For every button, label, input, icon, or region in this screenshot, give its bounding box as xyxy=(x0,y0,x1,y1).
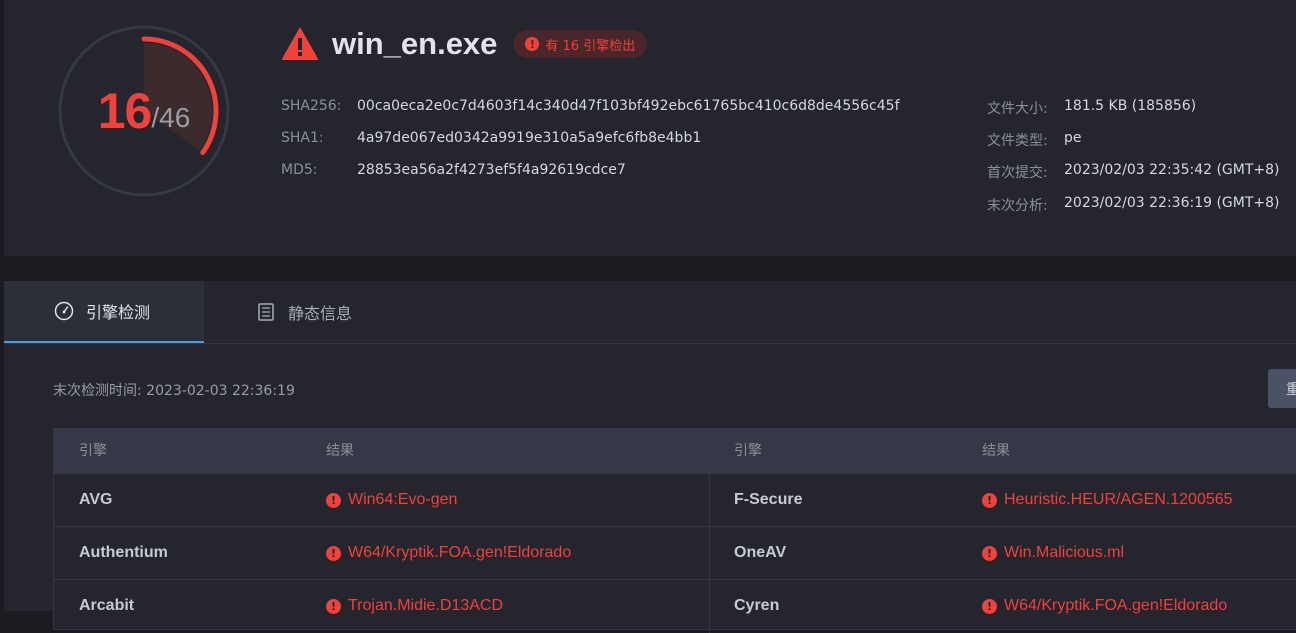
file-size-value: 181.5 KB (185856) xyxy=(1064,98,1197,114)
result-text: W64/Kryptik.FOA.gen!Eldorado xyxy=(348,544,572,561)
tab-label: 引擎检测 xyxy=(86,303,151,322)
alert-icon: ! xyxy=(525,37,540,51)
table-row: Authentium ! W64/Kryptik.FOA.gen!Eldorado… xyxy=(54,526,1296,579)
first-submit-row: 首次提交: 2023/02/03 22:35:42 (GMT+8) xyxy=(987,162,1280,182)
header-result: 结果 xyxy=(326,443,354,459)
result-text: W64/Kryptik.FOA.gen!Eldorado xyxy=(1004,597,1228,614)
meta-label: 文件大小: xyxy=(987,101,1048,117)
alert-icon: ! xyxy=(982,492,997,508)
title-row: win_en.exe ! 有 16 引擎检出 xyxy=(282,24,648,64)
gauge-icon xyxy=(54,301,74,321)
detection-badge-text: 有 16 引擎检出 xyxy=(545,38,636,54)
alert-icon: ! xyxy=(326,492,341,508)
hash-label: SHA1: xyxy=(281,130,324,146)
detected-count: 16 xyxy=(97,83,153,139)
result-text: Win64:Evo-gen xyxy=(348,491,458,508)
table-row: Arcabit ! Trojan.Midie.D13ACD Cyren ! W64/… xyxy=(54,579,1296,632)
warning-icon xyxy=(282,28,318,60)
alert-icon: ! xyxy=(982,545,997,561)
last-analysis-value: 2023/02/03 22:36:19 (GMT+8) xyxy=(1064,195,1280,211)
detection-result: ! Win64:Evo-gen xyxy=(326,474,457,526)
meta-label: 末次分析: xyxy=(987,198,1048,214)
detection-gauge: 16/46 xyxy=(55,22,233,200)
hash-sha1-row: SHA1: 4a97de067ed0342a9919e310a5a9efc6fb… xyxy=(281,130,701,146)
detection-result: ! W64/Kryptik.FOA.gen!Eldorado xyxy=(982,580,1227,632)
engine-results-table: 引擎 结果 引擎 结果 AVG ! Win64:Evo-gen F-Secure … xyxy=(53,428,1296,633)
sha1-value[interactable]: 4a97de067ed0342a9919e310a5a9efc6fb8e4bb1 xyxy=(357,130,701,146)
header-engine: 引擎 xyxy=(734,443,762,459)
alert-icon: ! xyxy=(326,545,341,561)
detection-result: ! W64/Kryptik.FOA.gen!Eldorado xyxy=(326,527,571,579)
last-analysis-row: 末次分析: 2023/02/03 22:36:19 (GMT+8) xyxy=(987,195,1280,215)
table-row: AVG ! Win64:Evo-gen F-Secure ! Heuristic.H… xyxy=(54,473,1296,526)
sha256-value[interactable]: 00ca0eca2e0c7d4603f14c340d47f103bf492ebc… xyxy=(357,98,900,114)
detection-result: ! Trojan.Midie.D13ACD xyxy=(326,580,503,632)
alert-icon: ! xyxy=(982,598,997,614)
engine-name: AVG xyxy=(79,491,113,508)
document-icon xyxy=(258,303,274,321)
file-size-row: 文件大小: 181.5 KB (185856) xyxy=(987,98,1196,118)
hash-label: SHA256: xyxy=(281,98,342,114)
table-header: 引擎 结果 引擎 结果 xyxy=(54,429,1296,473)
detection-result: ! Win.Malicious.ml xyxy=(982,527,1124,579)
total-engines: /46 xyxy=(151,102,191,133)
engine-name: Authentium xyxy=(79,544,168,561)
alert-icon: ! xyxy=(326,598,341,614)
tab-bar: 引擎检测 静态信息 xyxy=(4,281,1296,344)
result-text: Trojan.Midie.D13ACD xyxy=(348,597,504,614)
file-type-row: 文件类型: pe xyxy=(987,130,1082,150)
hash-sha256-row: SHA256: 00ca0eca2e0c7d4603f14c340d47f103… xyxy=(281,98,900,114)
result-text: Win.Malicious.ml xyxy=(1004,544,1125,561)
engine-name: F-Secure xyxy=(734,491,803,508)
engine-name: Arcabit xyxy=(79,597,135,614)
hash-label: MD5: xyxy=(281,162,318,178)
engine-name: OneAV xyxy=(734,544,787,561)
tab-engine-detection[interactable]: 引擎检测 xyxy=(4,281,204,343)
engine-name: Cyren xyxy=(734,597,780,614)
file-type-value: pe xyxy=(1064,130,1082,146)
header-engine: 引擎 xyxy=(79,443,107,459)
file-summary-panel: 16/46 win_en.exe ! 有 16 引擎检出 SHA256: 00c… xyxy=(4,0,1296,256)
hash-md5-row: MD5: 28853ea56a2f4273ef5f4a92619cdce7 xyxy=(281,162,626,178)
engine-detection-panel: 末次检测时间: 2023-02-03 22:36:19 重 引擎 结果 引擎 结… xyxy=(4,344,1296,633)
tab-static-info[interactable]: 静态信息 xyxy=(204,281,404,343)
detection-result: ! Heuristic.HEUR/AGEN.1200565 xyxy=(982,474,1233,526)
rescan-button[interactable]: 重 xyxy=(1268,369,1296,408)
meta-label: 文件类型: xyxy=(987,133,1048,149)
meta-label: 首次提交: xyxy=(987,165,1048,181)
tab-label: 静态信息 xyxy=(288,304,353,323)
detection-badge: ! 有 16 引擎检出 xyxy=(513,30,648,58)
first-submit-value: 2023/02/03 22:35:42 (GMT+8) xyxy=(1064,162,1280,178)
file-name: win_en.exe xyxy=(332,26,498,61)
result-text: Heuristic.HEUR/AGEN.1200565 xyxy=(1004,491,1233,508)
header-result: 结果 xyxy=(982,443,1010,459)
last-detection-time: 末次检测时间: 2023-02-03 22:36:19 xyxy=(53,383,295,399)
md5-value[interactable]: 28853ea56a2f4273ef5f4a92619cdce7 xyxy=(357,162,626,178)
